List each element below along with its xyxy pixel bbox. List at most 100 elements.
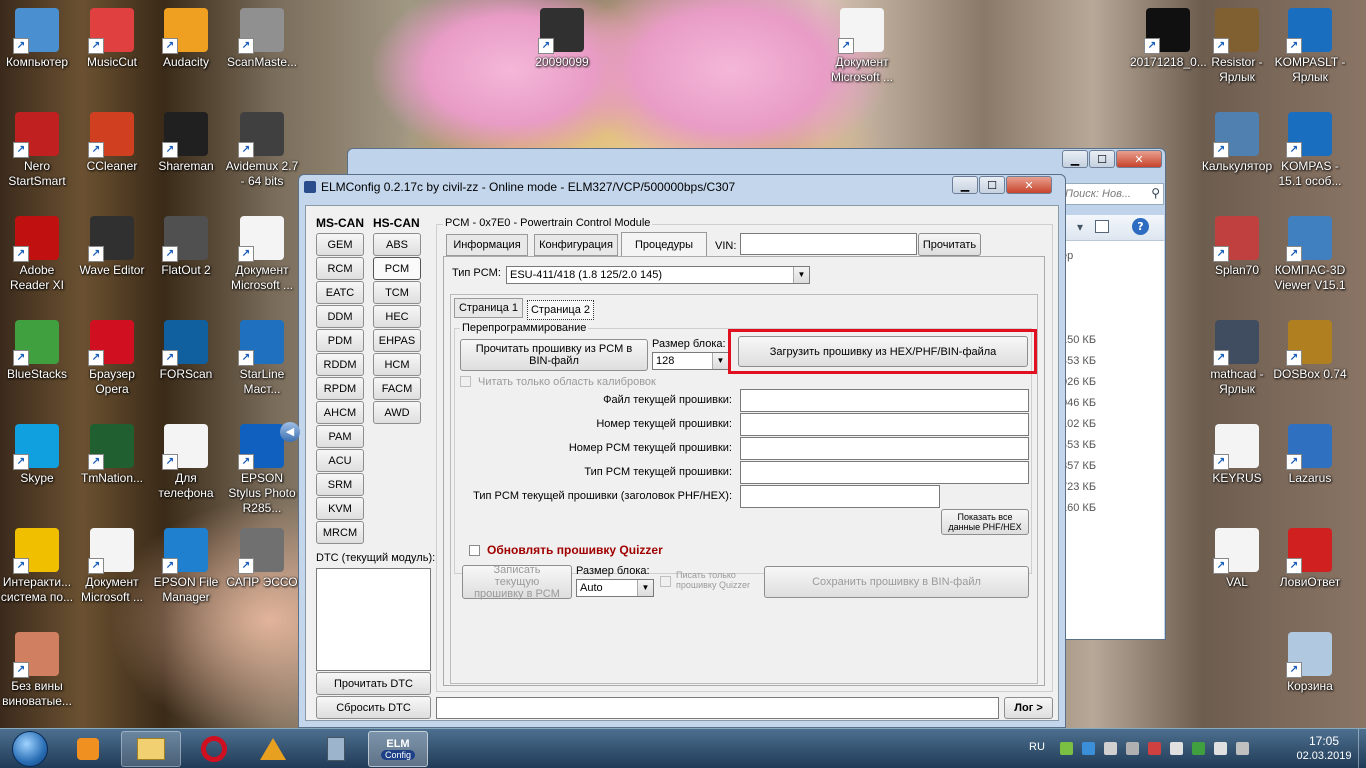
read-calibration-only-checkbox[interactable] [460,376,471,387]
module-button-eatc[interactable]: EATC [316,281,364,304]
desktop-icon[interactable]: FORScan [148,320,224,382]
tab-procedures[interactable]: Процедуры [621,232,707,257]
module-button-acu[interactable]: ACU [316,449,364,472]
desktop-icon[interactable]: Компьютер [0,8,75,70]
desktop-icon[interactable]: Документ Microsoft ... [224,216,300,293]
block-size2-select[interactable]: Auto ▼ [576,579,654,597]
read-vin-button[interactable]: Прочитать [918,233,981,256]
explorer-close-button[interactable]: ✕ [1116,150,1162,168]
module-button-pcm[interactable]: PCM [373,257,421,280]
module-button-rddm[interactable]: RDDM [316,353,364,376]
module-button-rcm[interactable]: RCM [316,257,364,280]
explorer-minimize-button[interactable]: ▁ [1062,150,1088,168]
app-taskbar-icon[interactable] [243,731,303,767]
elmconfig-titlebar[interactable]: ELMConfig 0.2.17c by civil-zz - Online m… [299,175,1065,199]
desktop-icon[interactable]: Без вины виноватые... [0,632,75,709]
desktop-icon[interactable]: FlatOut 2 [148,216,224,278]
language-indicator[interactable]: RU [1029,741,1045,753]
desktop-icon[interactable]: Splan70 [1199,216,1275,278]
desktop-icon[interactable]: Skype [0,424,75,486]
module-button-ehpas[interactable]: EHPAS [373,329,421,352]
desktop-icon[interactable]: ScanMaste... [224,8,300,70]
clear-dtc-button[interactable]: Сбросить DTC [316,696,431,719]
desktop-icon[interactable]: Audacity [148,8,224,70]
module-button-gem[interactable]: GEM [316,233,364,256]
read-firmware-button[interactable]: Прочитать прошивку из PCM в BIN-файл [460,339,648,371]
chevron-down-icon[interactable]: ▼ [712,353,728,369]
desktop-icon[interactable]: MusicCut [74,8,150,70]
desktop-icon[interactable]: Adobe Reader XI [0,216,75,293]
block-size-select[interactable]: 128 ▼ [652,352,729,370]
desktop-icon[interactable]: KOMPAS - 15.1 особ... [1272,112,1348,189]
desktop-icon[interactable]: Документ Microsoft ... [74,528,150,605]
keyboard-icon[interactable] [1236,742,1249,755]
desktop-icon[interactable]: Интеракти... система по... [0,528,75,605]
module-button-srm[interactable]: SRM [316,473,364,496]
show-desktop-button[interactable] [1358,729,1366,768]
help-icon[interactable]: ? [1132,218,1149,235]
flag-icon[interactable] [1104,742,1117,755]
bluetooth-icon[interactable] [1082,742,1095,755]
module-button-kvm[interactable]: KVM [316,497,364,520]
desktop-icon[interactable]: Wave Editor [74,216,150,278]
desktop-icon[interactable]: CCleaner [74,112,150,174]
load-firmware-button[interactable]: Загрузить прошивку из HEX/PHF/BIN-файла [738,336,1028,367]
pcm-type-select[interactable]: ESU-411/418 (1.8 125/2.0 145) ▼ [506,266,810,284]
explorer-taskbar-icon[interactable] [121,731,181,767]
desktop-icon[interactable]: KOMPASLT - Ярлык [1272,8,1348,85]
module-button-tcm[interactable]: TCM [373,281,421,304]
speaker-icon[interactable] [1214,742,1227,755]
module-button-facm[interactable]: FACM [373,377,421,400]
network-icon[interactable] [1060,742,1073,755]
desktop-icon[interactable]: Документ Microsoft ... [824,8,900,85]
dtc-list[interactable] [316,568,431,671]
read-dtc-button[interactable]: Прочитать DTC [316,672,431,695]
tab-information[interactable]: Информация [446,234,528,256]
desktop-icon[interactable]: Nero StartSmart [0,112,75,189]
close-button[interactable]: ✕ [1006,176,1052,194]
desktop-icon[interactable]: Для телефона [148,424,224,501]
show-all-button[interactable]: Показать все данные PHF/HEX [941,509,1029,535]
module-button-rpdm[interactable]: RPDM [316,377,364,400]
module-button-awd[interactable]: AWD [373,401,421,424]
write-only-checkbox[interactable] [660,576,671,587]
elmconfig-window[interactable]: ELMConfig 0.2.17c by civil-zz - Online m… [298,174,1066,728]
module-button-abs[interactable]: ABS [373,233,421,256]
desktop-icon[interactable]: Браузер Opera [74,320,150,397]
calculator-taskbar-icon[interactable] [306,731,366,767]
back-arrow-icon[interactable]: ◀ [280,422,300,442]
elmconfig-taskbar-icon[interactable]: ELM Config [368,731,428,767]
preview-pane-icon[interactable] [1095,220,1109,233]
desktop-icon[interactable]: Калькулятор [1199,112,1275,174]
module-button-mrcm[interactable]: MRCM [316,521,364,544]
tab-page-2[interactable]: Страница 2 [527,300,594,320]
module-button-pam[interactable]: PAM [316,425,364,448]
clock-date[interactable]: 02.03.2019 [1291,750,1357,762]
minimize-button[interactable]: ▁ [952,176,978,194]
chevron-down-icon[interactable]: ▼ [793,267,809,283]
chevron-down-icon[interactable]: ▼ [637,580,653,596]
desktop-icon[interactable]: ЛовиОтвет [1272,528,1348,590]
desktop-icon[interactable]: Resistor - Ярлык [1199,8,1275,85]
desktop-icon[interactable]: 20090099 [524,8,600,70]
desktop-icon[interactable]: EPSON File Manager [148,528,224,605]
desktop-icon[interactable]: TmNation... [74,424,150,486]
start-button[interactable] [12,731,48,767]
write-firmware-button[interactable]: Записать текущую прошивку в PCM [462,564,572,600]
explorer-search-input[interactable]: Поиск: Нов... ⚲ [1060,183,1164,205]
signal-icon[interactable] [1192,742,1205,755]
explorer-maximize-button[interactable]: ☐ [1089,150,1115,168]
view-options-icon[interactable]: ▾ [1077,220,1083,234]
desktop-icon[interactable]: Shareman [148,112,224,174]
update-quizzer-checkbox[interactable] [469,545,480,556]
usb-icon[interactable] [1126,742,1139,755]
clock-time[interactable]: 17:05 [1296,734,1352,748]
module-button-pdm[interactable]: PDM [316,329,364,352]
save-firmware-button[interactable]: Сохранить прошивку в BIN-файл [764,566,1029,598]
log-button[interactable]: Лог > [1004,697,1053,719]
desktop-icon[interactable]: StarLine Маст... [224,320,300,397]
module-button-ahcm[interactable]: AHCM [316,401,364,424]
update-icon[interactable] [1170,742,1183,755]
desktop-icon[interactable]: 20171218_0... [1130,8,1207,70]
desktop-icon[interactable]: BlueStacks [0,320,75,382]
